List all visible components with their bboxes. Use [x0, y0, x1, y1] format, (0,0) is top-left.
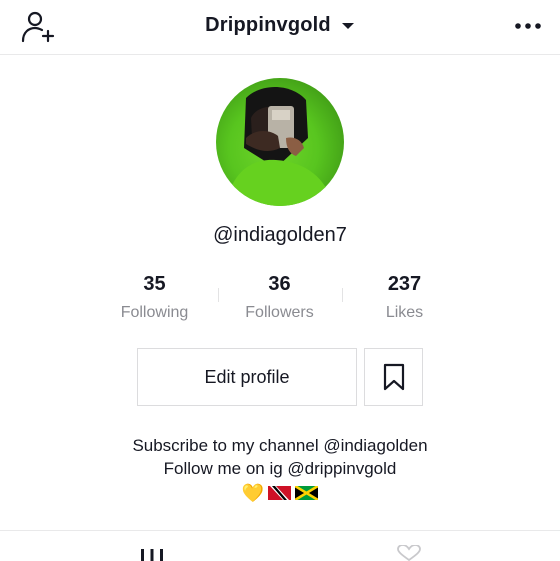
- avatar-photo: [226, 86, 334, 206]
- grid-icon[interactable]: [140, 547, 164, 561]
- flag-jamaica-icon: [295, 486, 319, 500]
- page-title[interactable]: Drippinvgold: [205, 14, 331, 37]
- yellow-heart-icon: 💛: [241, 483, 265, 503]
- bio-line-1: Subscribe to my channel @indiagolden: [132, 436, 428, 455]
- caret-down-icon[interactable]: [341, 21, 355, 31]
- bio-emojis: 💛: [0, 482, 560, 504]
- stat-followers-label: Followers: [245, 304, 314, 321]
- more-horizontal-icon[interactable]: [514, 16, 542, 36]
- avatar[interactable]: [216, 78, 344, 206]
- bio: Subscribe to my channel @indiagolden Fol…: [0, 434, 560, 504]
- stat-followers[interactable]: 36 Followers: [217, 270, 342, 322]
- profile-stats: 35 Following 36 Followers 237 Likes: [92, 270, 468, 330]
- edit-profile-button[interactable]: Edit profile: [137, 348, 357, 406]
- flag-trinidad-tobago-icon: [268, 486, 292, 500]
- stat-following[interactable]: 35 Following: [92, 270, 217, 322]
- username: @indiagolden7: [213, 224, 347, 246]
- account-switcher[interactable]: Drippinvgold: [0, 14, 560, 37]
- bio-line-2: Follow me on ig @drippinvgold: [163, 459, 397, 478]
- stat-followers-count: 36: [268, 273, 291, 295]
- bookmark-icon: [383, 363, 404, 391]
- bookmark-button[interactable]: [364, 348, 423, 406]
- top-bar: Drippinvgold: [0, 0, 560, 55]
- stat-likes-label: Likes: [385, 304, 424, 321]
- profile-tabs: [0, 530, 560, 561]
- stat-following-label: Following: [120, 304, 189, 321]
- stat-following-count: 35: [143, 273, 166, 295]
- stat-likes-count: 237: [387, 273, 422, 295]
- heart-icon[interactable]: [396, 545, 422, 561]
- stat-likes[interactable]: 237 Likes: [342, 270, 467, 322]
